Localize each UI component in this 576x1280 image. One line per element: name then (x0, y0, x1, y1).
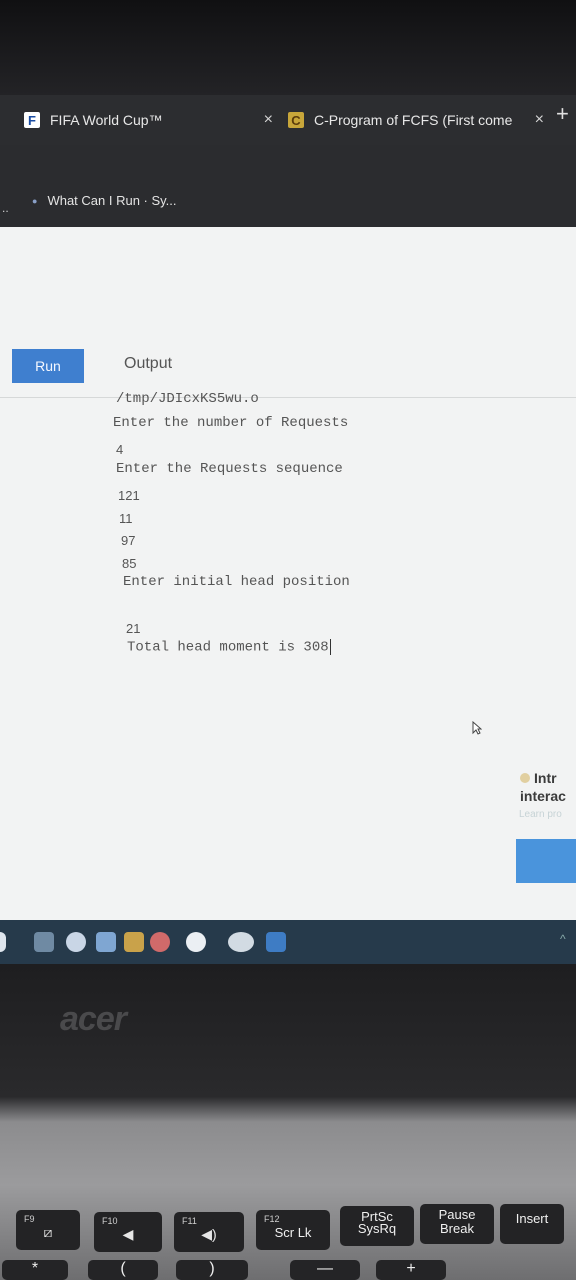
widgets-icon[interactable] (96, 932, 116, 952)
close-tab-icon[interactable]: × (264, 111, 273, 129)
key-pause[interactable]: Pause Break (420, 1204, 494, 1244)
intro-panel: Intr interac (520, 769, 566, 805)
output-title: Output (124, 355, 173, 372)
store-icon[interactable] (266, 932, 286, 952)
output-line-text: Total head moment is 308 (127, 639, 329, 656)
key-f9[interactable]: F9 ⧄ (16, 1210, 80, 1250)
bookmark-favicon-icon: ● (32, 195, 38, 206)
mouse-pointer-icon (472, 721, 482, 735)
key-label: Break (440, 1221, 474, 1236)
chrome-icon[interactable] (186, 932, 206, 952)
output-line: Enter the Requests sequence (116, 461, 343, 477)
key-label: Scr Lk (274, 1225, 312, 1240)
key-fn-label: F12 (264, 1214, 280, 1224)
output-line: 21 (126, 621, 141, 636)
key-minus[interactable]: — (290, 1260, 360, 1280)
text-caret (329, 639, 331, 655)
intro-subtitle: interac (520, 788, 566, 804)
tab-bar: F FIFA World Cup™ × C C-Program of FCFS … (0, 95, 576, 145)
bookmark-what-can-i-run[interactable]: ● What Can I Run · Sy... (32, 193, 177, 208)
web-page: Run Output /tmp/JDIcxKS5wu.o Enter the n… (0, 227, 576, 920)
key-insert[interactable]: Insert (500, 1204, 564, 1244)
bookmark-label: What Can I Run · Sy... (47, 193, 177, 208)
intro-title: Intr (534, 770, 557, 786)
bookmarks-bar: .. ● What Can I Run · Sy... (0, 145, 576, 227)
key-label: Pause (438, 1207, 476, 1222)
learn-link[interactable]: Learn pro (519, 809, 562, 820)
touchpad-off-icon: ⧄ (43, 1224, 53, 1240)
key-f12[interactable]: F12 Scr Lk (256, 1210, 330, 1250)
bookmarks-overflow[interactable]: .. (2, 201, 9, 215)
key-label: Insert (515, 1211, 549, 1226)
divider (0, 397, 576, 398)
output-line: Enter initial head position (123, 574, 350, 590)
opera-icon[interactable] (150, 932, 170, 952)
key-close-paren[interactable]: ) (176, 1260, 248, 1280)
screen-bezel (0, 0, 576, 95)
key-open-paren[interactable]: ( (88, 1260, 158, 1280)
key-plus[interactable]: + (376, 1260, 446, 1280)
chevron-up-icon[interactable]: ^ (560, 932, 576, 952)
app-icon[interactable] (228, 932, 254, 952)
fifa-favicon-icon: F (24, 112, 40, 128)
start-icon[interactable] (0, 932, 6, 952)
key-f11[interactable]: F11 ◀) (174, 1212, 244, 1252)
volume-down-icon: ◀ (122, 1226, 134, 1242)
tab-fcfs[interactable]: C C-Program of FCFS (First come × (288, 105, 550, 135)
output-line: Enter the number of Requests (113, 415, 349, 431)
volume-up-icon: ◀) (201, 1226, 217, 1242)
output-line: 97 (121, 533, 136, 548)
output-line: 85 (122, 556, 137, 571)
intro-dot-icon (520, 773, 530, 783)
close-tab-icon[interactable]: × (535, 111, 544, 129)
task-view-icon[interactable] (34, 932, 54, 952)
key-fn-label: F10 (102, 1216, 118, 1226)
chat-icon[interactable] (66, 932, 86, 952)
output-line: /tmp/JDIcxKS5wu.o (116, 391, 259, 407)
fcfs-favicon-icon: C (288, 112, 304, 128)
key-asterisk[interactable]: * (2, 1260, 68, 1280)
output-line: 11 (119, 511, 133, 526)
run-button[interactable]: Run (12, 349, 84, 383)
brand-logo: acer (60, 1000, 127, 1038)
new-tab-button[interactable]: + (556, 101, 569, 127)
file-explorer-icon[interactable] (124, 932, 144, 952)
key-fn-label: F9 (24, 1214, 35, 1224)
tab-fifa[interactable]: F FIFA World Cup™ × (24, 105, 279, 135)
output-line: 121 (118, 488, 140, 503)
output-line: Total head moment is 308 (127, 639, 331, 656)
taskbar: ^ (0, 920, 576, 964)
key-prtsc[interactable]: PrtSc SysRq (340, 1206, 414, 1246)
key-fn-label: F11 (182, 1216, 197, 1226)
key-f10[interactable]: F10 ◀ (94, 1212, 162, 1252)
key-label: SysRq (357, 1221, 397, 1236)
tab-label: C-Program of FCFS (First come (314, 112, 513, 128)
output-line: 4 (116, 442, 124, 457)
intro-action-button[interactable] (516, 839, 576, 883)
tab-label: FIFA World Cup™ (50, 112, 163, 128)
